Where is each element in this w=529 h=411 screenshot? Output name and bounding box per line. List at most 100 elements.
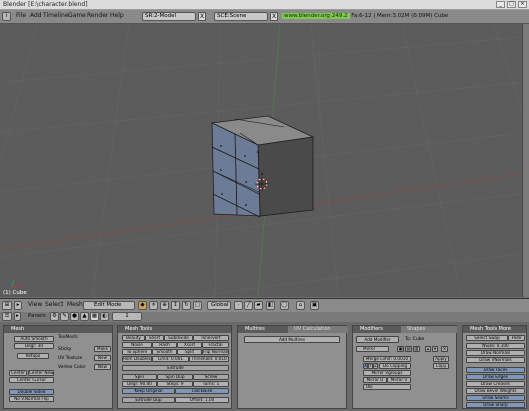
manipulator-icon[interactable]: ⊕ <box>160 301 169 310</box>
draw-bevel-weights-toggle[interactable]: Draw Bevel Weights <box>466 388 525 394</box>
mirror-v-toggle[interactable]: Mirror V <box>387 377 411 383</box>
shading-icon[interactable]: ● <box>70 312 79 321</box>
merge-limit-field[interactable]: Merge Limit: 0.0010 <box>363 356 411 362</box>
retopo-toggle[interactable]: Retopo <box>17 353 49 359</box>
collapse-menu-icon[interactable]: ▸ <box>14 312 21 321</box>
scene-close-button[interactable]: X <box>270 12 278 21</box>
add-multires-button[interactable]: Add Multires <box>244 336 340 343</box>
auto-smooth-toggle[interactable]: Auto Smooth <box>14 336 54 342</box>
screw-button[interactable]: Screw <box>193 374 229 380</box>
double-sided-toggle[interactable]: Double Sided <box>9 389 54 395</box>
short-toggle[interactable]: Short <box>145 335 164 341</box>
vertex-color-new-button[interactable]: New <box>94 364 111 370</box>
menu-select[interactable]: Select <box>45 301 64 308</box>
hash-button[interactable]: Hash <box>152 342 177 348</box>
editor-type-icon[interactable]: ☰ <box>2 312 12 321</box>
menu-timeline[interactable]: Timeline <box>43 12 69 19</box>
draw-edges-toggle[interactable]: Draw Edges <box>466 374 525 380</box>
fractal-button[interactable]: Fractal <box>202 342 229 348</box>
spin-degr-field[interactable]: Degr: 90.00 <box>122 381 157 387</box>
axis-z-toggle[interactable]: Z <box>373 363 378 369</box>
no-vnormal-flip-toggle[interactable]: No V.Normal Flip <box>9 396 54 402</box>
pivot-icon[interactable]: ✳ <box>149 301 158 310</box>
apply-modifier-button[interactable]: Apply <box>433 356 449 362</box>
multires-tab[interactable]: Multires <box>238 326 295 333</box>
move-down-icon[interactable]: ▾ <box>432 346 438 352</box>
viewport-scrollbar[interactable] <box>522 24 529 297</box>
smooth-button[interactable]: Smooth <box>152 349 177 355</box>
cage-toggle-icon[interactable]: ▥ <box>413 346 420 352</box>
editing-icon[interactable]: ▦ <box>90 312 99 321</box>
object-icon[interactable]: ▲ <box>80 312 89 321</box>
noise-button[interactable]: Noise <box>122 342 152 348</box>
modifiers-tab[interactable]: Modifiers <box>353 326 408 333</box>
proportional-icon[interactable]: ◯ <box>280 301 289 310</box>
draw-faces-toggle[interactable]: Draw Faces <box>466 367 525 373</box>
extrude-dup-button[interactable]: Extrude Dup <box>122 397 175 403</box>
menu-view[interactable]: View <box>28 301 42 308</box>
center-new-button[interactable]: Center New <box>28 370 54 376</box>
nsize-field[interactable]: NSize: 0.100 <box>466 343 525 349</box>
editor-type-icon[interactable]: i <box>2 12 11 21</box>
close-window-button[interactable]: × <box>518 1 527 8</box>
beauty-toggle[interactable]: Beauty <box>122 335 145 341</box>
hide-button[interactable]: Hide <box>508 335 525 341</box>
flip-normals-button[interactable]: Flip Normals <box>202 349 229 355</box>
steps-field[interactable]: Steps: 9 <box>157 381 193 387</box>
render-toggle-icon[interactable]: ▣ <box>397 346 404 352</box>
occlude-icon[interactable]: ◧ <box>266 301 275 310</box>
editor-type-icon[interactable]: ⊞ <box>2 301 12 310</box>
spin-dup-button[interactable]: Spin Dup <box>157 374 193 380</box>
draw-seams-toggle[interactable]: Draw Seams <box>466 395 525 401</box>
menu-mesh[interactable]: Mesh <box>67 301 83 308</box>
delete-modifier-icon[interactable]: ✕ <box>441 346 448 352</box>
copy-modifier-button[interactable]: Copy <box>433 363 449 369</box>
draw-vnormals-toggle[interactable]: Draw VNormals <box>466 357 525 363</box>
menu-help[interactable]: Help <box>110 12 124 19</box>
menu-game[interactable]: Game <box>68 12 86 19</box>
screen-selector[interactable]: SR:2-Model <box>142 12 196 21</box>
center-button[interactable]: Center <box>9 370 27 376</box>
mirror-vgroups-toggle[interactable]: Mirror Vgroups <box>363 370 411 376</box>
snap-icon[interactable]: ⌂ <box>296 301 305 310</box>
menu-render[interactable]: Render <box>87 12 108 19</box>
render-icon[interactable]: ▣ <box>310 301 319 310</box>
draw-sharp-toggle[interactable]: Draw Sharp <box>466 402 525 408</box>
script-icon[interactable]: ✎ <box>60 312 69 321</box>
3d-viewport[interactable] <box>0 24 522 297</box>
rotate-icon[interactable]: ↻ <box>182 301 191 310</box>
do-clipping-toggle[interactable]: Do Clipping <box>379 363 411 369</box>
draw-normals-toggle[interactable]: Draw Normals <box>466 350 525 356</box>
shapes-tab[interactable]: Shapes <box>401 326 457 333</box>
edge-select-icon[interactable]: ╱ <box>244 301 253 310</box>
orientation-selector[interactable]: Global <box>207 301 231 310</box>
center-cursor-button[interactable]: Center Cursor <box>9 377 54 383</box>
extrude-button[interactable]: Extrude <box>122 365 229 371</box>
subdivide-button[interactable]: Subdivide <box>164 335 193 341</box>
mode-selector[interactable]: Edit Mode <box>83 301 135 310</box>
modifier-name-field[interactable]: Mirror <box>356 346 389 352</box>
threshold-field[interactable]: Threshold: 0.010 <box>189 356 229 362</box>
collapse-menu-icon[interactable]: ▸ <box>14 301 22 310</box>
clockwise-toggle[interactable]: Clockwise <box>175 388 229 394</box>
uv-texture-new-button[interactable]: New <box>94 355 111 361</box>
spin-button[interactable]: Spin <box>122 374 157 380</box>
scene-icon[interactable]: ◐ <box>100 312 109 321</box>
minimize-button[interactable]: _ <box>496 1 505 8</box>
menu-add[interactable]: Add <box>30 12 42 19</box>
frame-field[interactable]: 1 <box>112 312 142 321</box>
vertex-select-icon[interactable]: · <box>234 301 243 310</box>
limit-field[interactable]: Limit: 0.001 <box>152 356 189 362</box>
move-icon[interactable]: ↕ <box>171 301 180 310</box>
screen-close-button[interactable]: X <box>198 12 206 21</box>
menu-panels[interactable]: Panels <box>28 313 46 319</box>
scale-icon[interactable]: ▢ <box>193 301 202 310</box>
cube-mesh[interactable] <box>210 115 315 218</box>
mirror-u-toggle[interactable]: Mirror U <box>363 377 387 383</box>
editmode-toggle-icon[interactable]: ▤ <box>405 346 412 352</box>
uv-calculation-tab[interactable]: UV Calculation <box>288 326 348 333</box>
move-up-icon[interactable]: ▴ <box>425 346 431 352</box>
menu-file[interactable]: File <box>16 12 26 19</box>
face-select-icon[interactable]: ▰ <box>254 301 263 310</box>
logic-icon[interactable]: ⚙ <box>50 312 59 321</box>
